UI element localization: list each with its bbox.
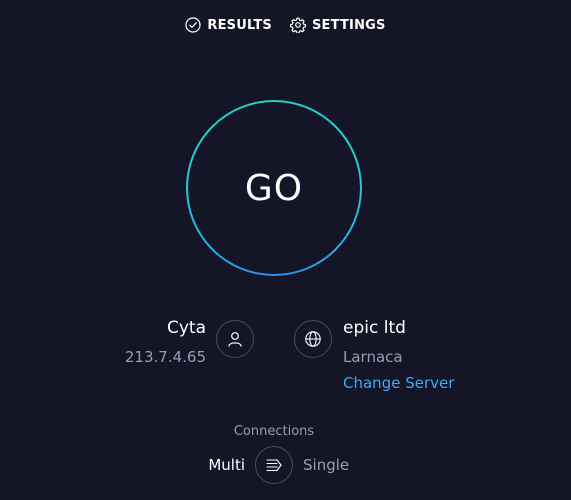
change-server-link[interactable]: Change Server <box>343 374 454 392</box>
go-button[interactable]: GO <box>186 100 362 276</box>
globe-icon <box>294 320 332 358</box>
settings-label: SETTINGS <box>311 17 386 33</box>
connections-multi-option[interactable]: Multi <box>208 456 245 474</box>
go-button-inner: GO <box>188 102 360 274</box>
go-label: GO <box>244 167 304 209</box>
user-icon <box>216 320 254 358</box>
check-circle-icon <box>185 17 201 33</box>
connections-toggle-icon[interactable] <box>255 446 293 484</box>
results-nav-item[interactable]: RESULTS <box>185 17 272 33</box>
top-nav: RESULTS SETTINGS <box>0 14 571 36</box>
connections-label: Connections <box>233 424 315 439</box>
settings-nav-item[interactable]: SETTINGS <box>289 17 386 33</box>
gear-icon <box>289 17 306 33</box>
isp-name: Cyta <box>166 318 206 338</box>
server-location: Larnaca <box>343 348 403 366</box>
isp-ip-address: 213.7.4.65 <box>124 348 206 366</box>
server-name: epic ltd <box>343 318 406 338</box>
connections-single-option[interactable]: Single <box>303 456 349 474</box>
results-label: RESULTS <box>207 17 272 33</box>
